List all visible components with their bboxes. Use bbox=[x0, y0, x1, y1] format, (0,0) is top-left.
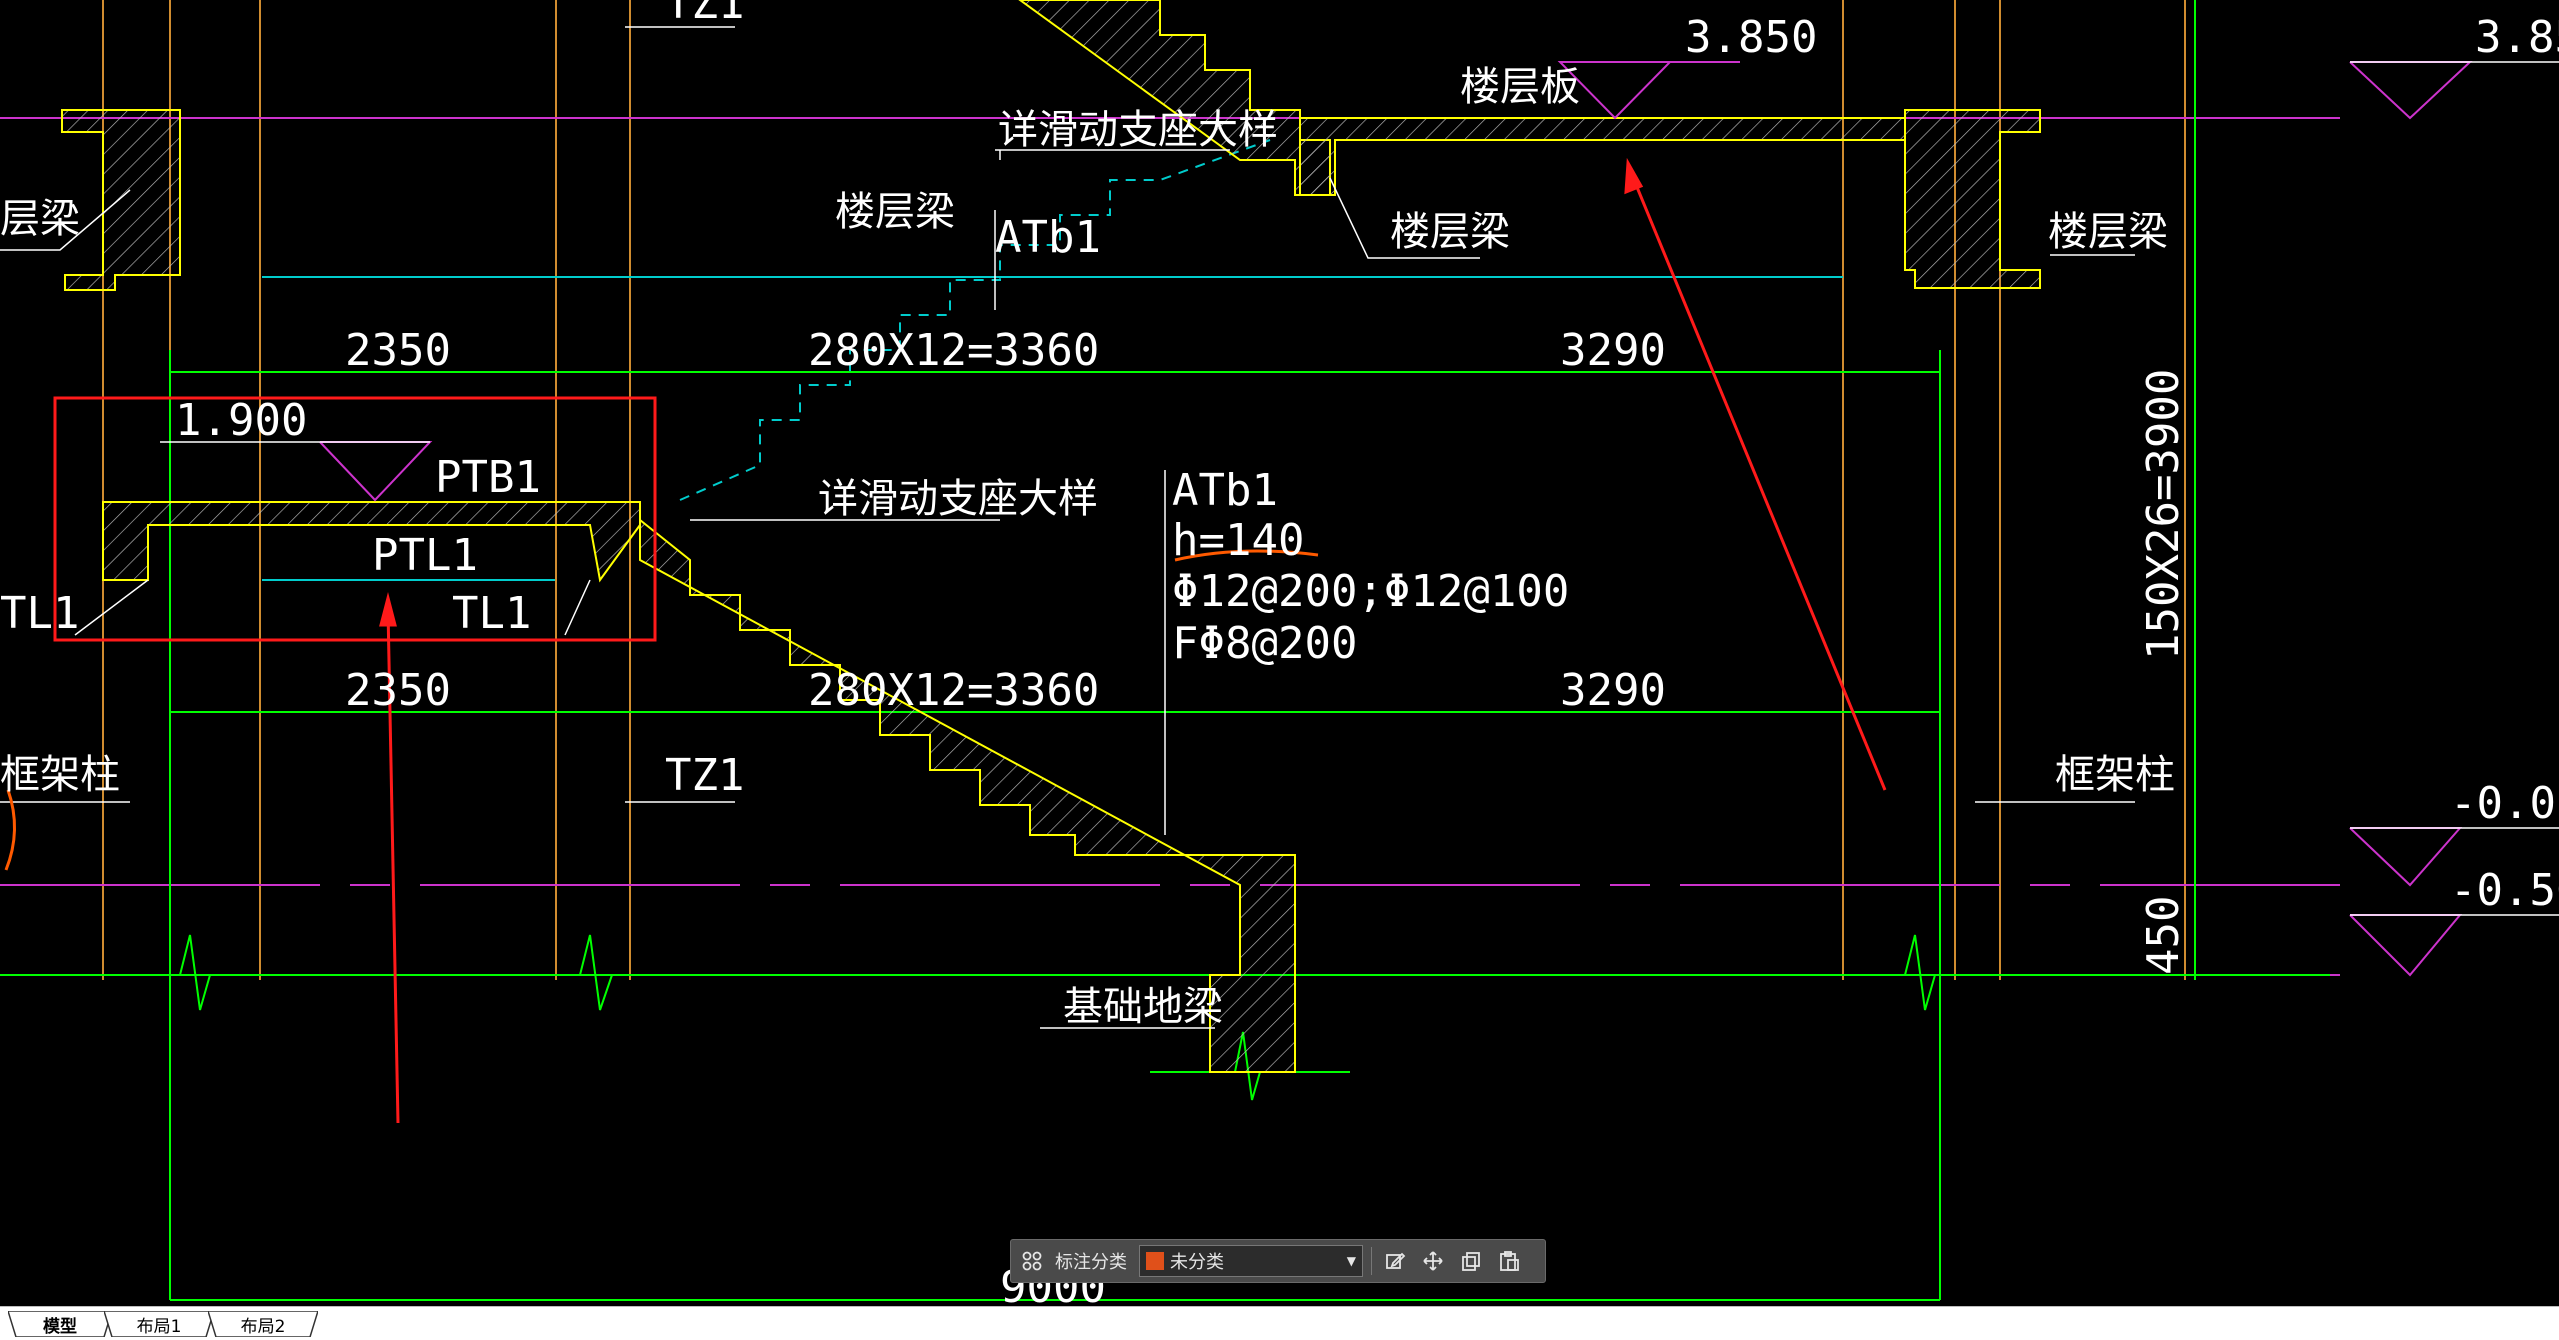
chevron-down-icon: ▼ bbox=[1346, 1254, 1356, 1268]
label-tl1-right: TL1 bbox=[452, 588, 531, 639]
dim-upper-right: 3290 bbox=[1560, 325, 1666, 376]
drawing-texts: 3.850 3.85 1.900 -0.05 -0.50 TZ1 TZ1 楼层板… bbox=[0, 0, 2559, 1306]
dim-lower-mid: 280X12=3360 bbox=[808, 665, 1099, 716]
category-color-swatch bbox=[1146, 1252, 1164, 1270]
dim-vertical-small: 450 bbox=[2138, 896, 2189, 975]
label-tz1-bottom: TZ1 bbox=[665, 750, 744, 801]
label-atb1-lower: ATb1 bbox=[1172, 465, 1278, 516]
annotation-toolbar: 标注分类 未分类 ▼ bbox=[1010, 1239, 1546, 1283]
label-floor-beam-mid: 楼层梁 bbox=[835, 189, 955, 235]
label-tz1-top: TZ1 bbox=[665, 0, 744, 29]
edit-icon[interactable] bbox=[1380, 1246, 1410, 1276]
label-ptl1: PTL1 bbox=[372, 530, 478, 581]
label-floor-beam-center: 楼层梁 bbox=[1390, 209, 1510, 255]
dim-vertical-main: 150X26=3900 bbox=[2138, 369, 2189, 660]
cad-drawing-canvas[interactable]: 3.850 3.85 1.900 -0.05 -0.50 TZ1 TZ1 楼层板… bbox=[0, 0, 2559, 1306]
category-select-value: 未分类 bbox=[1170, 1252, 1224, 1273]
dim-lower-right: 3290 bbox=[1560, 665, 1666, 716]
label-rebar-distribution: FΦ8@200 bbox=[1172, 618, 1357, 669]
four-squares-icon[interactable] bbox=[1017, 1246, 1047, 1276]
label-frame-column-right: 框架柱 bbox=[2055, 752, 2175, 798]
red-markup bbox=[53, 157, 1887, 1124]
label-floor-slab: 楼层板 bbox=[1460, 64, 1580, 110]
tab-layout1[interactable]: 布局1 bbox=[104, 1311, 214, 1337]
label-tl1-left: TL1 bbox=[0, 588, 79, 639]
elevation-top: 3.850 bbox=[1685, 12, 1817, 63]
layout-tab-bar: 模型 布局1 布局2 bbox=[0, 1306, 2559, 1340]
tab-model-label: 模型 bbox=[43, 1316, 77, 1337]
label-floor-beam-right: 楼层梁 bbox=[2048, 209, 2168, 255]
dim-upper-mid: 280X12=3360 bbox=[808, 325, 1099, 376]
elevation-top-right: 3.85 bbox=[2475, 12, 2559, 63]
label-thickness: h=140 bbox=[1172, 515, 1304, 566]
right-column-section bbox=[1904, 109, 2041, 289]
floor-slab bbox=[1299, 117, 1906, 196]
tab-layout1-label: 布局1 bbox=[136, 1316, 182, 1337]
upper-stair-flight bbox=[1018, 0, 1331, 196]
tab-model[interactable]: 模型 bbox=[8, 1311, 112, 1337]
leader-lines bbox=[0, 26, 2135, 1029]
tab-layout2[interactable]: 布局2 bbox=[208, 1311, 318, 1337]
label-frame-column-left: 框架柱 bbox=[0, 752, 120, 798]
label-atb1-upper: ATb1 bbox=[995, 212, 1101, 263]
label-rebar-main: Φ12@200;Φ12@100 bbox=[1172, 566, 1569, 617]
label-sliding-detail-top: 详滑动支座大样 bbox=[998, 107, 1278, 153]
label-ptb1: PTB1 bbox=[435, 452, 541, 503]
copy-icon[interactable] bbox=[1456, 1246, 1486, 1276]
label-sliding-detail-bottom: 详滑动支座大样 bbox=[818, 476, 1098, 522]
dim-lower-left: 2350 bbox=[345, 665, 451, 716]
elevation-ground-1: -0.05 bbox=[2450, 778, 2559, 829]
tab-layout2-label: 布局2 bbox=[240, 1316, 286, 1337]
move-icon[interactable] bbox=[1418, 1246, 1448, 1276]
toolbar-divider bbox=[1371, 1247, 1372, 1275]
label-floor-beam-left: 层梁 bbox=[0, 196, 80, 242]
elevation-ground-2: -0.50 bbox=[2450, 865, 2559, 916]
dim-upper-left: 2350 bbox=[345, 325, 451, 376]
label-foundation-beam: 基础地梁 bbox=[1063, 984, 1223, 1030]
annotation-category-label: 标注分类 bbox=[1055, 1252, 1127, 1273]
paste-icon[interactable] bbox=[1494, 1246, 1524, 1276]
elevation-landing: 1.900 bbox=[175, 395, 307, 446]
annotation-category-select[interactable]: 未分类 ▼ bbox=[1139, 1245, 1363, 1277]
